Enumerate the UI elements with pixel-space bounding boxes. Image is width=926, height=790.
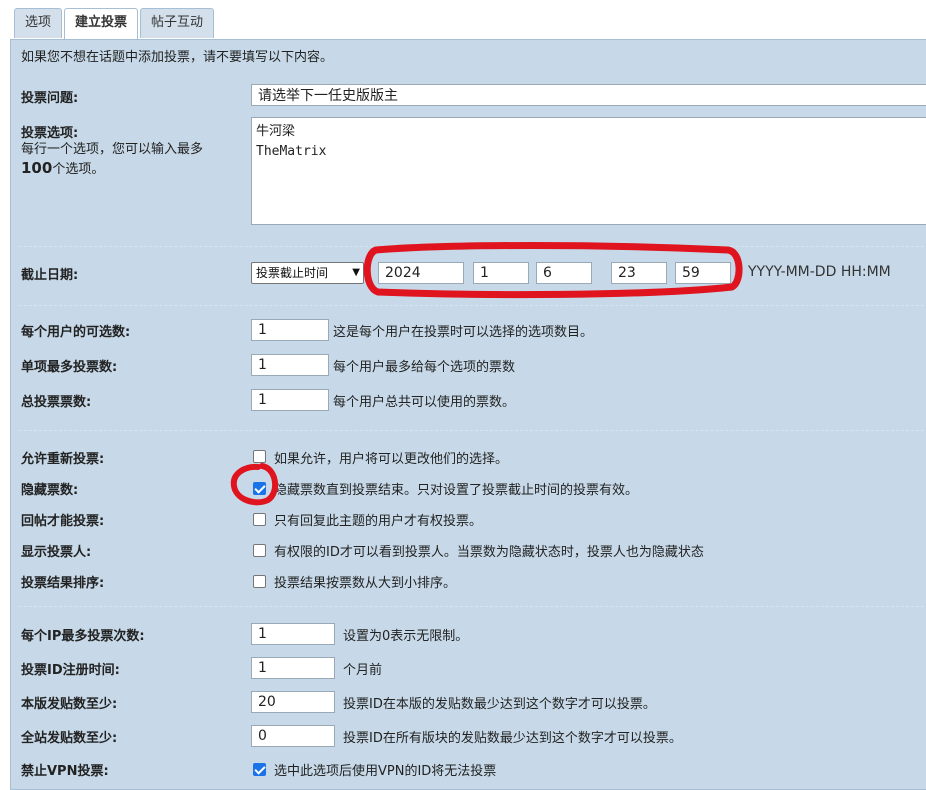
sort-results-checkbox[interactable] xyxy=(253,575,266,588)
divider xyxy=(19,246,926,247)
intro-text: 如果您不想在话题中添加投票，请不要填写以下内容。 xyxy=(21,50,334,65)
show-voters-label: 显示投票人: xyxy=(21,545,92,560)
sort-results-text: 投票结果按票数从大到小排序。 xyxy=(274,576,457,591)
question-label: 投票问题: xyxy=(21,91,79,106)
registration-time-hint: 个月前 xyxy=(343,663,383,678)
reply-to-vote-text: 只有回复此主题的用户才有权投票。 xyxy=(274,514,483,529)
site-posts-min-hint: 投票ID在所有版块的发贴数最少达到这个数字才可以投票。 xyxy=(343,731,682,746)
deadline-hour-input[interactable] xyxy=(611,262,667,284)
divider xyxy=(19,305,926,306)
deadline-day-input[interactable] xyxy=(536,262,592,284)
choices-per-user-input[interactable] xyxy=(251,319,329,341)
allow-revote-text: 如果允许，用户将可以更改他们的选择。 xyxy=(274,452,509,467)
reply-to-vote-label: 回帖才能投票: xyxy=(21,514,105,529)
tab-create-poll[interactable]: 建立投票 xyxy=(64,8,139,40)
options-help: 每行一个选项，您可以输入最多 100个选项。 xyxy=(21,142,204,177)
divider xyxy=(19,606,926,607)
site-posts-min-label: 全站发贴数至少: xyxy=(21,731,118,746)
board-posts-min-hint: 投票ID在本版的发贴数最少达到这个数字才可以投票。 xyxy=(343,697,656,712)
total-votes-label: 总投票票数: xyxy=(21,395,92,410)
choices-per-user-label: 每个用户的可选数: xyxy=(21,325,131,340)
options-textarea[interactable]: 牛河梁 TheMatrix xyxy=(251,117,926,225)
max-votes-per-ip-input[interactable] xyxy=(251,623,335,645)
reply-to-vote-checkbox[interactable] xyxy=(253,513,266,526)
board-posts-min-input[interactable] xyxy=(251,691,335,713)
max-votes-per-ip-label: 每个IP最多投票次数: xyxy=(21,629,145,644)
total-votes-input[interactable] xyxy=(251,389,329,411)
site-posts-min-input[interactable] xyxy=(251,725,335,747)
allow-revote-label: 允许重新投票: xyxy=(21,452,105,467)
block-vpn-checkbox[interactable] xyxy=(253,763,266,776)
tab-post-interaction[interactable]: 帖子互动 xyxy=(140,8,215,38)
block-vpn-text: 选中此选项后使用VPN的ID将无法投票 xyxy=(274,764,497,779)
deadline-select[interactable]: 投票截止时间 ▼ xyxy=(251,262,364,284)
poll-panel: 如果您不想在话题中添加投票，请不要填写以下内容。 投票问题: 投票选项: 每行一… xyxy=(10,39,926,790)
max-votes-per-ip-hint: 设置为0表示无限制。 xyxy=(343,629,469,644)
max-votes-per-option-label: 单项最多投票数: xyxy=(21,360,118,375)
tab-options[interactable]: 选项 xyxy=(14,8,63,38)
deadline-label: 截止日期: xyxy=(21,268,79,283)
tab-bar: 选项 建立投票 帖子互动 xyxy=(14,8,216,40)
allow-revote-checkbox[interactable] xyxy=(253,450,266,463)
hide-votes-checkbox[interactable] xyxy=(253,482,266,495)
question-input[interactable] xyxy=(251,84,926,106)
hide-votes-text: 隐藏票数直到投票结束。只对设置了投票截止时间的投票有效。 xyxy=(274,483,639,498)
deadline-month-input[interactable] xyxy=(473,262,529,284)
deadline-minute-input[interactable] xyxy=(675,262,731,284)
chevron-down-icon: ▼ xyxy=(352,267,360,278)
max-votes-per-option-input[interactable] xyxy=(251,354,329,376)
divider xyxy=(19,430,926,431)
show-voters-checkbox[interactable] xyxy=(253,544,266,557)
total-votes-hint: 每个用户总共可以使用的票数。 xyxy=(333,395,516,410)
registration-time-label: 投票ID注册时间: xyxy=(21,663,120,678)
sort-results-label: 投票结果排序: xyxy=(21,576,105,591)
deadline-year-input[interactable] xyxy=(378,262,464,284)
choices-per-user-hint: 这是每个用户在投票时可以选择的选项数目。 xyxy=(333,325,594,340)
options-label: 投票选项: xyxy=(21,126,79,141)
show-voters-text: 有权限的ID才可以看到投票人。当票数为隐藏状态时，投票人也为隐藏状态 xyxy=(274,545,704,560)
date-format-hint: YYYY-MM-DD HH:MM xyxy=(748,264,891,280)
registration-time-input[interactable] xyxy=(251,657,335,679)
hide-votes-label: 隐藏票数: xyxy=(21,483,79,498)
block-vpn-label: 禁止VPN投票: xyxy=(21,764,109,779)
board-posts-min-label: 本版发贴数至少: xyxy=(21,697,118,712)
max-votes-per-option-hint: 每个用户最多给每个选项的票数 xyxy=(333,360,516,375)
